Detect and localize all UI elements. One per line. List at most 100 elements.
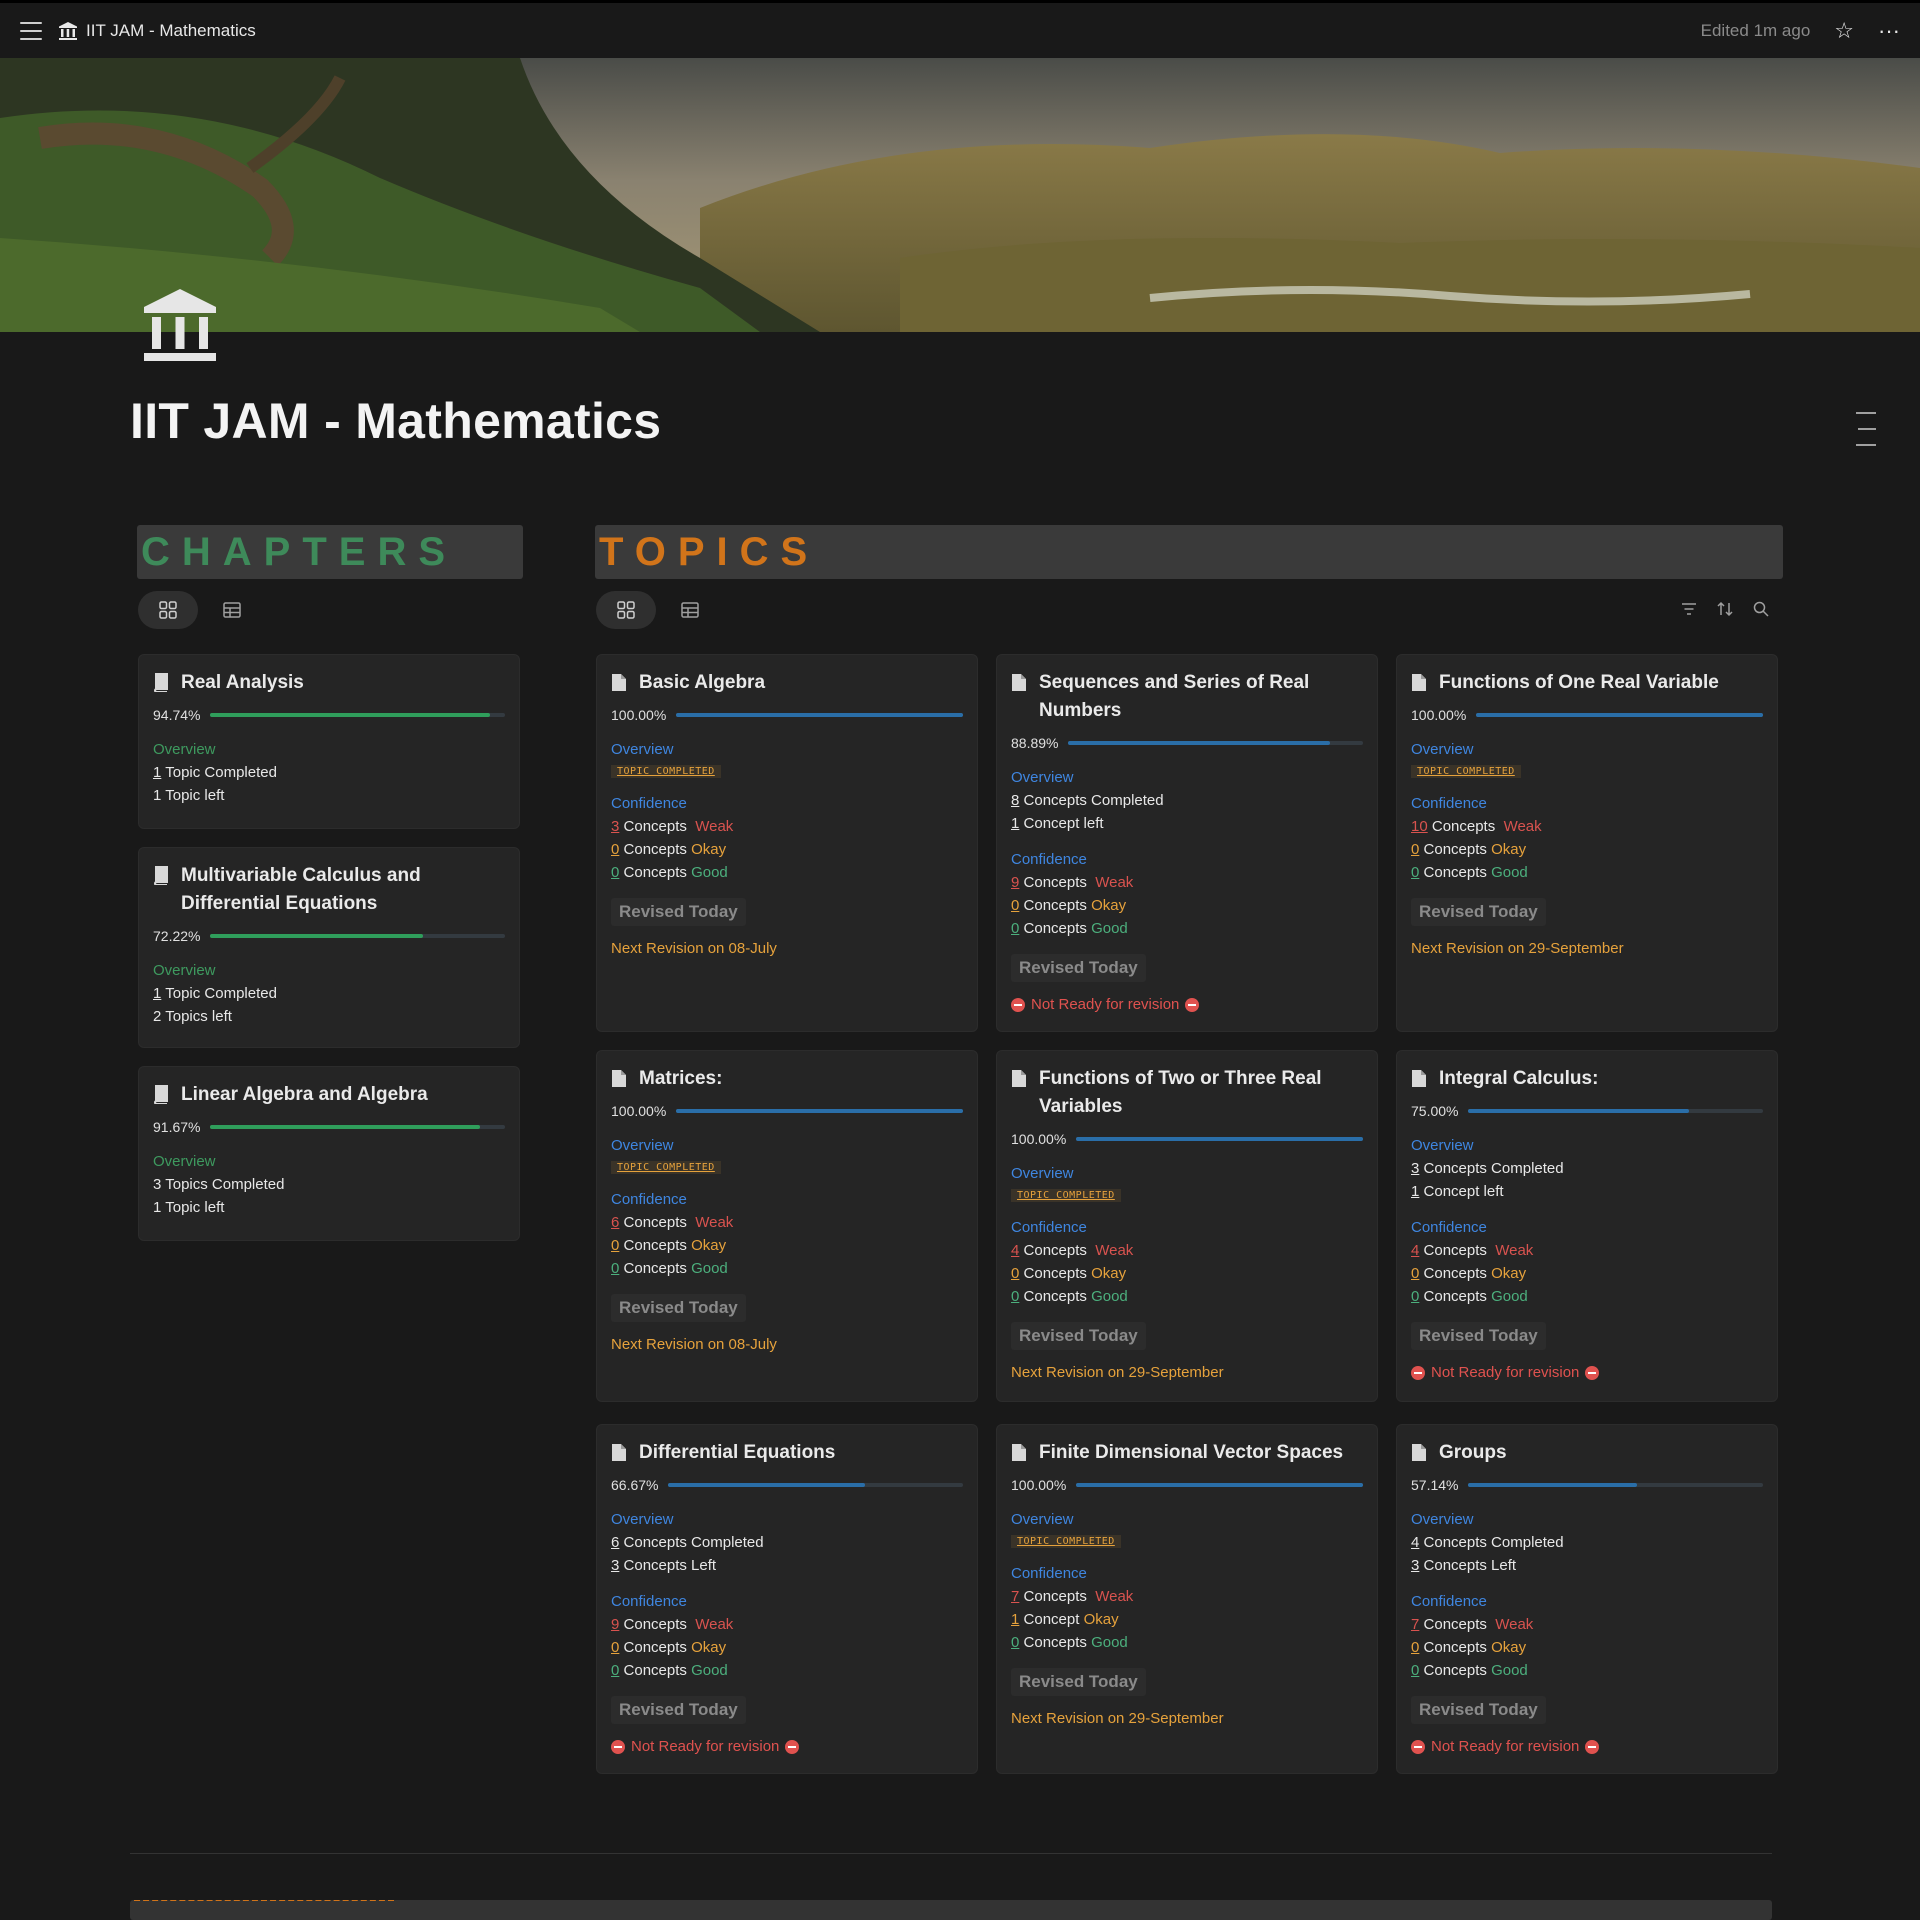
top-bar: IIT JAM - Mathematics Edited 1m ago ☆ ··…	[0, 0, 1920, 58]
gallery-view-icon[interactable]	[138, 591, 198, 629]
page-icon	[1412, 1444, 1426, 1461]
topic-title: Differential Equations	[639, 1442, 836, 1463]
chapters-view-tabs	[138, 591, 252, 629]
progress-text: 100.00%	[1011, 1131, 1067, 1147]
topics-left: 1 Topic left	[153, 787, 225, 804]
star-icon[interactable]: ☆	[1834, 18, 1854, 44]
page-icon	[612, 674, 626, 691]
table-view-icon[interactable]	[670, 591, 710, 629]
topic-card[interactable]: Matrices: 100.00% Overview TOPIC COMPLETED C…	[596, 1050, 978, 1402]
topic-card[interactable]: Groups 57.14% Overview 4 Concepts Completed…	[1396, 1424, 1778, 1774]
topic-card[interactable]: Functions of Two or Three Real Variables…	[996, 1050, 1378, 1402]
topics-completed: 3 Topics Completed	[153, 1176, 285, 1193]
revised-today-button[interactable]: Revised Today	[1411, 1696, 1546, 1724]
search-icon[interactable]	[1752, 600, 1770, 618]
page-icon	[1012, 674, 1026, 691]
topic-title: Functions of Two or Three Real Variables	[1039, 1068, 1322, 1117]
weak-count: 4 Concepts Weak	[1411, 1242, 1534, 1259]
chapter-title: Real Analysis	[181, 672, 304, 693]
good-count: 0 Concepts Good	[611, 1662, 728, 1679]
chapter-card[interactable]: Linear Algebra and Algebra 91.67% Overvi…	[138, 1066, 520, 1241]
revised-today-button[interactable]: Revised Today	[611, 898, 746, 926]
bank-icon[interactable]	[140, 285, 220, 365]
progress-text: 75.00%	[1411, 1103, 1459, 1119]
revised-today-button[interactable]: Revised Today	[611, 1696, 746, 1724]
topic-card[interactable]: Sequences and Series of Real Numbers 88.8…	[996, 654, 1378, 1032]
progress-fill	[210, 934, 424, 938]
overview-label: Overview	[1411, 1511, 1474, 1528]
topic-card[interactable]: Differential Equations 66.67% Overview 6 Co…	[596, 1424, 978, 1774]
overview-label: Overview	[1011, 769, 1074, 786]
confidence-label: Confidence	[1411, 1593, 1487, 1610]
progress-fill	[1076, 1483, 1363, 1487]
concepts-completed: 6 Concepts Completed	[611, 1534, 764, 1551]
concepts-left: 3 Concepts Left	[611, 1557, 717, 1574]
okay-count: 0 Concepts Okay	[611, 1237, 727, 1254]
progress-text: 88.89%	[1011, 735, 1059, 751]
no-entry-icon	[1585, 1739, 1600, 1754]
revised-today-button[interactable]: Revised Today	[1011, 954, 1146, 982]
concepts-completed: 4 Concepts Completed	[1411, 1534, 1564, 1551]
concepts-completed: 3 Concepts Completed	[1411, 1160, 1564, 1177]
cover-image[interactable]	[0, 58, 1920, 332]
confidence-label: Confidence	[1011, 1565, 1087, 1582]
no-entry-icon	[611, 1739, 625, 1754]
no-entry-icon	[1411, 1739, 1425, 1754]
revised-today-button[interactable]: Revised Today	[1011, 1322, 1146, 1350]
progress-bar	[210, 1125, 505, 1129]
topic-card[interactable]: Functions of One Real Variable 100.00% Ove…	[1396, 654, 1778, 1032]
filter-icon[interactable]	[1680, 600, 1698, 618]
topic-title: Functions of One Real Variable	[1439, 672, 1719, 693]
okay-count: 0 Concepts Okay	[1011, 1265, 1127, 1282]
confidence-label: Confidence	[1011, 851, 1087, 868]
no-entry-icon	[1585, 1365, 1600, 1380]
revised-today-button[interactable]: Revised Today	[1011, 1668, 1146, 1696]
not-ready-status: Not Ready for revision	[1411, 1364, 1763, 1381]
topic-completed-badge: TOPIC COMPLETED	[1411, 765, 1521, 778]
progress-text: 91.67%	[153, 1119, 201, 1135]
revised-today-button[interactable]: Revised Today	[611, 1294, 746, 1322]
breadcrumb[interactable]: IIT JAM - Mathematics	[58, 21, 256, 41]
overview-label: Overview	[1411, 741, 1474, 758]
overview-label: Overview	[1011, 1511, 1074, 1528]
overview-label: Overview	[611, 1511, 674, 1528]
good-count: 0 Concepts Good	[1011, 1288, 1128, 1305]
sort-icon[interactable]	[1716, 600, 1734, 618]
okay-count: 0 Concepts Okay	[611, 841, 727, 858]
page-title[interactable]: IIT JAM - Mathematics	[130, 392, 661, 450]
okay-count: 0 Concepts Okay	[611, 1639, 727, 1656]
table-view-icon[interactable]	[212, 591, 252, 629]
next-revision: Next Revision on 29-September	[1411, 940, 1624, 957]
confidence-label: Confidence	[611, 795, 687, 812]
table-of-contents-icon[interactable]	[1856, 412, 1878, 460]
progress-fill	[668, 1483, 865, 1487]
topic-title: Groups	[1439, 1442, 1507, 1463]
chapter-title: Linear Algebra and Algebra	[181, 1084, 428, 1105]
no-entry-icon	[1185, 997, 1200, 1012]
topic-completed-badge: TOPIC COMPLETED	[1011, 1189, 1121, 1202]
revised-today-button[interactable]: Revised Today	[1411, 1322, 1546, 1350]
menu-icon[interactable]	[20, 21, 42, 40]
good-count: 0 Concepts Good	[1411, 1288, 1528, 1305]
progress-text: 94.74%	[153, 707, 201, 723]
gallery-view-icon[interactable]	[596, 591, 656, 629]
progress-fill	[210, 713, 490, 717]
topic-card[interactable]: Basic Algebra 100.00% Overview TOPIC COMPLE…	[596, 654, 978, 1032]
topics-completed: 1 Topic Completed	[153, 764, 277, 781]
topic-card[interactable]: Finite Dimensional Vector Spaces 100.00% O…	[996, 1424, 1378, 1774]
next-revision: Next Revision on 29-September	[1011, 1710, 1224, 1727]
overview-label: Overview	[153, 1153, 216, 1170]
topic-title: Integral Calculus:	[1439, 1068, 1599, 1089]
progress-bar	[668, 1483, 963, 1487]
revised-today-button[interactable]: Revised Today	[1411, 898, 1546, 926]
weak-count: 9 Concepts Weak	[611, 1616, 734, 1633]
more-icon[interactable]: ···	[1878, 18, 1900, 44]
next-revision: Next Revision on 08-July	[611, 940, 777, 957]
chapter-card[interactable]: Real Analysis 94.74% Overview 1 Topic Co…	[138, 654, 520, 829]
progress-bar	[1468, 1483, 1763, 1487]
topic-card[interactable]: Integral Calculus: 75.00% Overview 3 Concep…	[1396, 1050, 1778, 1402]
chapter-card[interactable]: Multivariable Calculus and Differential …	[138, 847, 520, 1048]
progress-bar	[210, 713, 505, 717]
progress-bar	[1068, 741, 1363, 745]
progress-fill	[1468, 1483, 1637, 1487]
